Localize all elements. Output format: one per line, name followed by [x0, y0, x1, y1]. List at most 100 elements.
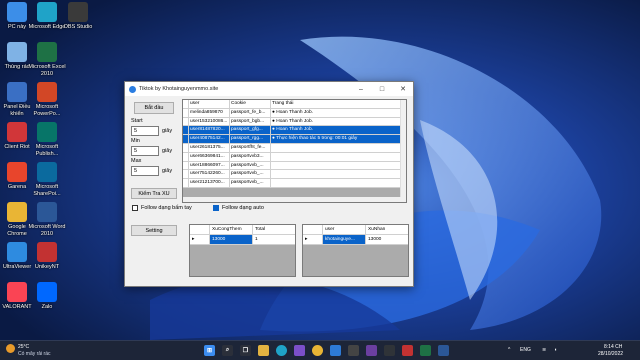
weather-icon[interactable]	[6, 344, 15, 353]
account-status-cell[interactable]: ● Hoan Thanh Job.	[271, 126, 403, 136]
account-status-cell[interactable]	[271, 179, 403, 188]
user-grid-header-xu[interactable]: XuNhan	[366, 225, 408, 235]
desktop-icon-publisher[interactable]: Microsoft Publish...	[28, 122, 66, 157]
coin-grid[interactable]: XuCongThem Total ▸ 13000 1	[189, 224, 296, 277]
coin-grid-header-total[interactable]: Total	[253, 225, 295, 235]
close-button[interactable]: ✕	[393, 82, 413, 96]
desktop-icon-sharepoint[interactable]: Microsoft SharePoi...	[28, 162, 66, 197]
account-status-cell[interactable]: ● Thực hiện thao tác 5 trong: 00:01 giây	[271, 135, 403, 144]
account-row[interactable]: melinda859870 passport_fe_b... ● Hoan Than…	[183, 108, 403, 118]
chrome-icon[interactable]	[312, 345, 323, 356]
app-icon[interactable]	[384, 345, 395, 356]
user-coin-grid[interactable]: user XuNhan ▸ khotainguye... 13000	[302, 224, 409, 277]
desktop-icon-word[interactable]: Microsoft Word 2010	[28, 202, 66, 237]
account-row[interactable]: user75142260... passportvvb_...	[183, 170, 403, 180]
account-row[interactable]: user40875142... passport_rgg... ● Thực hiệ…	[183, 135, 403, 144]
app-icon[interactable]	[438, 345, 449, 356]
weather-desc[interactable]: Có mây rải rác	[18, 351, 51, 357]
grid-vertical-scrollbar[interactable]	[400, 100, 406, 202]
app-icon[interactable]	[330, 345, 341, 356]
desktop-icon-excel[interactable]: Microsoft Excel 2010	[28, 42, 66, 77]
min-delay-input[interactable]: 5	[131, 146, 159, 156]
setting-button[interactable]: Setting	[131, 225, 177, 236]
desktop-icon-obs[interactable]: OBS Studio	[59, 2, 97, 31]
weather-temp[interactable]: 25°C	[18, 344, 29, 350]
app-icon[interactable]	[420, 345, 431, 356]
account-cookie-cell[interactable]: passport_gfg...	[230, 126, 271, 136]
start-label: Start	[131, 118, 143, 124]
account-status-cell[interactable]: ● Hoan Thanh Job.	[271, 117, 403, 127]
account-cookie-cell[interactable]: passport_rgg...	[230, 135, 271, 144]
grid-header-cookie[interactable]: Cookie	[230, 100, 271, 109]
account-status-cell[interactable]	[271, 144, 403, 153]
accounts-grid[interactable]: user Cookie Trang thái melinda859870 pass…	[182, 99, 407, 203]
account-user-cell[interactable]: user26181375...	[189, 144, 230, 153]
account-user-cell[interactable]: user81487820...	[189, 126, 230, 136]
clock-time[interactable]: 8:14 CH	[604, 344, 622, 350]
follow-manual-checkbox[interactable]	[132, 205, 138, 211]
account-cookie-cell[interactable]: passport_bgb...	[230, 117, 271, 127]
visual-studio-icon[interactable]	[294, 345, 305, 356]
wifi-icon[interactable]: ≋	[542, 347, 546, 353]
grid-header-status[interactable]: Trang thái	[271, 100, 403, 109]
account-status-cell[interactable]	[271, 161, 403, 171]
account-cookie-cell[interactable]: passportvvb_...	[230, 179, 271, 188]
account-status-cell[interactable]	[271, 152, 403, 162]
account-status-cell[interactable]: ● Hoan Thanh Job.	[271, 108, 403, 118]
user-grid-header-user[interactable]: user	[323, 225, 366, 235]
account-row[interactable]: user81487820... passport_gfg... ● Hoan Tha…	[183, 126, 403, 136]
account-row[interactable]: user18866097... passportvvb_...	[183, 161, 403, 171]
account-user-cell[interactable]: user21213700...	[189, 179, 230, 188]
account-cookie-cell[interactable]: passportvvb_...	[230, 170, 271, 180]
account-row[interactable]: user21213700... passportvvb_...	[183, 179, 403, 188]
task-view-icon[interactable]: ❐	[240, 345, 251, 356]
grid-horizontal-scrollbar[interactable]	[183, 197, 406, 202]
coin-grid-header-xu[interactable]: XuCongThem	[210, 225, 253, 235]
user-grid-header: user XuNhan	[303, 225, 408, 235]
max-delay-input[interactable]: 5	[131, 166, 159, 176]
volume-icon[interactable]: ◖	[554, 347, 557, 353]
coin-grid-total-cell[interactable]: 1	[253, 235, 295, 245]
account-row[interactable]: user66369841... passportvvb3...	[183, 152, 403, 162]
coin-grid-xu-cell[interactable]: 13000	[210, 235, 253, 245]
title-bar[interactable]: Tiktok by Khotainguyenmmo.site – □ ✕	[125, 82, 413, 96]
check-xu-button[interactable]: Kiểm Tra XU	[131, 188, 177, 199]
account-user-cell[interactable]: melinda859870	[189, 108, 230, 118]
tray-overflow-icon[interactable]: ^	[508, 347, 510, 353]
start-delay-input[interactable]: 5	[131, 126, 159, 136]
maximize-button[interactable]: □	[372, 82, 392, 96]
account-user-cell[interactable]: user153210086...	[189, 117, 230, 127]
account-user-cell[interactable]: user18866097...	[189, 161, 230, 171]
account-cookie-cell[interactable]: passport_fe_b...	[230, 108, 271, 118]
start-menu-icon[interactable]: ⊞	[204, 345, 215, 356]
grid-header-user[interactable]: user	[189, 100, 230, 109]
account-cookie-cell[interactable]: passportfht_fe...	[230, 144, 271, 153]
search-icon[interactable]: ⌕	[222, 345, 233, 356]
desktop-icon-powerpoint[interactable]: Microsoft PowerPo...	[28, 82, 66, 117]
user-grid-user-cell[interactable]: khotainguye...	[323, 235, 366, 245]
row-marker-icon: ▸	[303, 235, 323, 245]
language-indicator[interactable]: ENG	[520, 347, 531, 353]
start-button[interactable]: Bắt đầu	[134, 102, 174, 114]
desktop-icon-zalo[interactable]: Zalo	[28, 282, 66, 311]
minimize-button[interactable]: –	[351, 82, 371, 96]
app-icon[interactable]	[366, 345, 377, 356]
coin-grid-row[interactable]: ▸ 13000 1	[190, 235, 295, 245]
app-icon[interactable]	[348, 345, 359, 356]
app-icon[interactable]	[402, 345, 413, 356]
account-user-cell[interactable]: user66369841...	[189, 152, 230, 162]
file-explorer-icon[interactable]	[258, 345, 269, 356]
clock-date[interactable]: 28/10/2022	[598, 351, 623, 357]
account-user-cell[interactable]: user75142260...	[189, 170, 230, 180]
user-grid-xu-cell[interactable]: 13000	[366, 235, 408, 245]
account-row[interactable]: user153210086... passport_bgb... ● Hoan Th…	[183, 117, 403, 127]
account-cookie-cell[interactable]: passportvvb_...	[230, 161, 271, 171]
account-cookie-cell[interactable]: passportvvb3...	[230, 152, 271, 162]
follow-auto-checkbox[interactable]	[213, 205, 219, 211]
user-grid-row[interactable]: ▸ khotainguye... 13000	[303, 235, 408, 245]
account-user-cell[interactable]: user40875142...	[189, 135, 230, 144]
edge-icon[interactable]	[276, 345, 287, 356]
account-status-cell[interactable]	[271, 170, 403, 180]
account-row[interactable]: user26181375... passportfht_fe...	[183, 144, 403, 153]
desktop-icon-unikey[interactable]: UnikeyNT	[28, 242, 66, 271]
